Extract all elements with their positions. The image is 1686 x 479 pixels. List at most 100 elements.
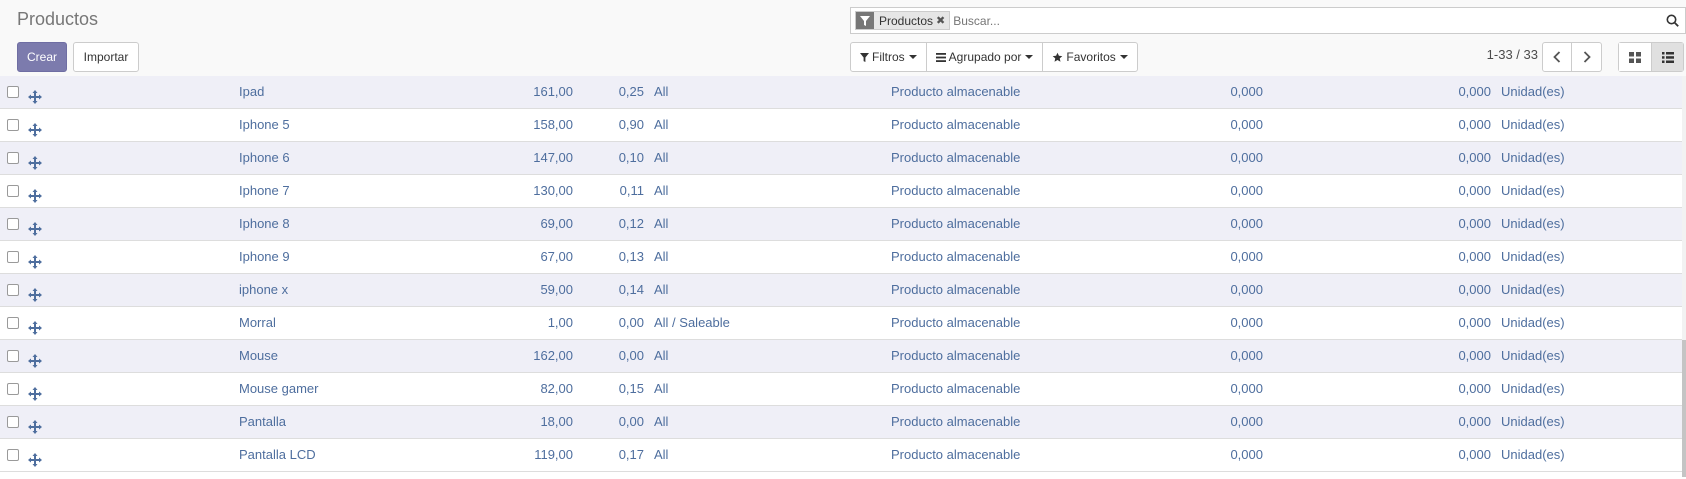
qty-forecasted: 0,000 xyxy=(1458,117,1491,132)
qty-forecasted: 0,000 xyxy=(1458,249,1491,264)
product-type: Producto almacenable xyxy=(891,414,1021,429)
qty-forecasted: 0,000 xyxy=(1458,348,1491,363)
page-title: Productos xyxy=(17,9,99,29)
drag-handle-icon[interactable] xyxy=(28,282,44,302)
table-row[interactable]: Iphone 5 158,00 0,90 All Producto almacenabl… xyxy=(0,109,1683,142)
weight: 0,90 xyxy=(618,117,644,132)
filters-dropdown[interactable]: Filtros xyxy=(851,43,927,71)
favorites-dropdown[interactable]: Favoritos xyxy=(1043,43,1136,71)
product-category: All xyxy=(654,414,669,429)
sale-price: 59,00 xyxy=(540,282,573,297)
product-name: Iphone 8 xyxy=(239,216,290,231)
product-name: Iphone 5 xyxy=(239,117,290,132)
pager-previous-button[interactable] xyxy=(1543,43,1572,71)
weight: 0,12 xyxy=(618,216,644,231)
drag-handle-icon[interactable] xyxy=(28,183,44,203)
control-panel: Productos Crear Importar Productos ✖ Fil… xyxy=(0,0,1686,83)
product-category: All xyxy=(654,381,669,396)
row-checkbox[interactable] xyxy=(7,185,19,197)
qty-on-hand: 0,000 xyxy=(1230,348,1263,363)
row-checkbox[interactable] xyxy=(7,317,19,329)
search-options: Filtros Agrupado por Favoritos xyxy=(850,42,1138,72)
qty-forecasted: 0,000 xyxy=(1458,216,1491,231)
row-checkbox[interactable] xyxy=(7,218,19,230)
drag-handle-icon[interactable] xyxy=(28,216,44,236)
scrollbar-thumb[interactable] xyxy=(1682,340,1686,477)
view-switcher xyxy=(1618,42,1684,72)
table-row[interactable]: Mouse 162,00 0,00 All Producto almacenable 0,… xyxy=(0,340,1683,373)
group-by-label: Agrupado por xyxy=(948,50,1022,64)
qty-forecasted: 0,000 xyxy=(1458,414,1491,429)
table-row[interactable]: Mouse gamer 82,00 0,15 All Producto almacena… xyxy=(0,373,1683,406)
row-checkbox[interactable] xyxy=(7,449,19,461)
weight: 0,25 xyxy=(618,84,644,99)
drag-handle-icon[interactable] xyxy=(28,150,44,170)
unit-of-measure: Unidad(es) xyxy=(1501,249,1565,264)
product-type: Producto almacenable xyxy=(891,282,1021,297)
row-checkbox[interactable] xyxy=(7,383,19,395)
kanban-view-button[interactable] xyxy=(1619,43,1651,71)
table-row[interactable]: Iphone 8 69,00 0,12 All Producto almacenable… xyxy=(0,208,1683,241)
table-row[interactable]: Pantalla LCD 119,00 0,17 All Producto almace… xyxy=(0,439,1683,472)
weight: 0,00 xyxy=(618,315,644,330)
drag-handle-icon[interactable] xyxy=(28,414,44,434)
table-row[interactable]: Ipad 161,00 0,25 All Producto almacenable 0,0… xyxy=(0,76,1683,109)
drag-handle-icon[interactable] xyxy=(28,117,44,137)
table-row[interactable]: Pantalla 18,00 0,00 All Producto almacenable… xyxy=(0,406,1683,439)
table-row[interactable]: iphone x 59,00 0,14 All Producto almacenable… xyxy=(0,274,1683,307)
pager-next-button[interactable] xyxy=(1572,43,1601,71)
drag-handle-icon[interactable] xyxy=(28,348,44,368)
product-category: All xyxy=(654,183,669,198)
row-checkbox[interactable] xyxy=(7,350,19,362)
qty-on-hand: 0,000 xyxy=(1230,414,1263,429)
qty-on-hand: 0,000 xyxy=(1230,150,1263,165)
table-row[interactable]: Iphone 9 67,00 0,13 All Producto almacenable… xyxy=(0,241,1683,274)
weight: 0,15 xyxy=(618,381,644,396)
sale-price: 158,00 xyxy=(533,117,573,132)
table-row[interactable]: Iphone 6 147,00 0,10 All Producto almacenabl… xyxy=(0,142,1683,175)
row-checkbox[interactable] xyxy=(7,251,19,263)
product-type: Producto almacenable xyxy=(891,183,1021,198)
row-checkbox[interactable] xyxy=(7,152,19,164)
row-checkbox[interactable] xyxy=(7,119,19,131)
drag-handle-icon[interactable] xyxy=(28,249,44,269)
caret-down-icon xyxy=(1119,55,1128,59)
product-name: Pantalla LCD xyxy=(239,447,316,462)
product-type: Producto almacenable xyxy=(891,216,1021,231)
drag-handle-icon[interactable] xyxy=(28,84,44,104)
search-bar: Productos ✖ xyxy=(850,7,1686,34)
product-category: All xyxy=(654,216,669,231)
import-button[interactable]: Importar xyxy=(73,42,139,72)
table-row[interactable]: Iphone 7 130,00 0,11 All Producto almacenabl… xyxy=(0,175,1683,208)
list-view-button[interactable] xyxy=(1651,43,1683,71)
create-button[interactable]: Crear xyxy=(17,42,67,72)
qty-forecasted: 0,000 xyxy=(1458,282,1491,297)
group-by-dropdown[interactable]: Agrupado por xyxy=(927,43,1044,71)
qty-on-hand: 0,000 xyxy=(1230,183,1263,198)
product-type: Producto almacenable xyxy=(891,249,1021,264)
pager-value[interactable]: 1-33 / 33 xyxy=(1470,47,1538,62)
bars-icon xyxy=(935,52,946,62)
product-name: Mouse xyxy=(239,348,279,363)
qty-forecasted: 0,000 xyxy=(1458,315,1491,330)
drag-handle-icon[interactable] xyxy=(28,315,44,335)
search-input[interactable] xyxy=(953,9,1661,32)
table-row[interactable]: Morral 1,00 0,00 All / Saleable Producto alm… xyxy=(0,307,1683,340)
drag-handle-icon[interactable] xyxy=(28,381,44,401)
qty-on-hand: 0,000 xyxy=(1230,249,1263,264)
qty-forecasted: 0,000 xyxy=(1458,381,1491,396)
unit-of-measure: Unidad(es) xyxy=(1501,282,1565,297)
search-facet[interactable]: Productos ✖ xyxy=(855,11,951,30)
weight: 0,00 xyxy=(618,348,644,363)
search-icon[interactable] xyxy=(1661,10,1683,32)
qty-on-hand: 0,000 xyxy=(1230,84,1263,99)
row-checkbox[interactable] xyxy=(7,284,19,296)
row-checkbox[interactable] xyxy=(7,86,19,98)
sale-price: 147,00 xyxy=(533,150,573,165)
product-name: Iphone 6 xyxy=(239,150,290,165)
row-checkbox[interactable] xyxy=(7,416,19,428)
qty-forecasted: 0,000 xyxy=(1458,183,1491,198)
facet-remove-icon[interactable]: ✖ xyxy=(936,14,949,27)
star-icon xyxy=(1052,52,1063,63)
drag-handle-icon[interactable] xyxy=(28,447,44,467)
